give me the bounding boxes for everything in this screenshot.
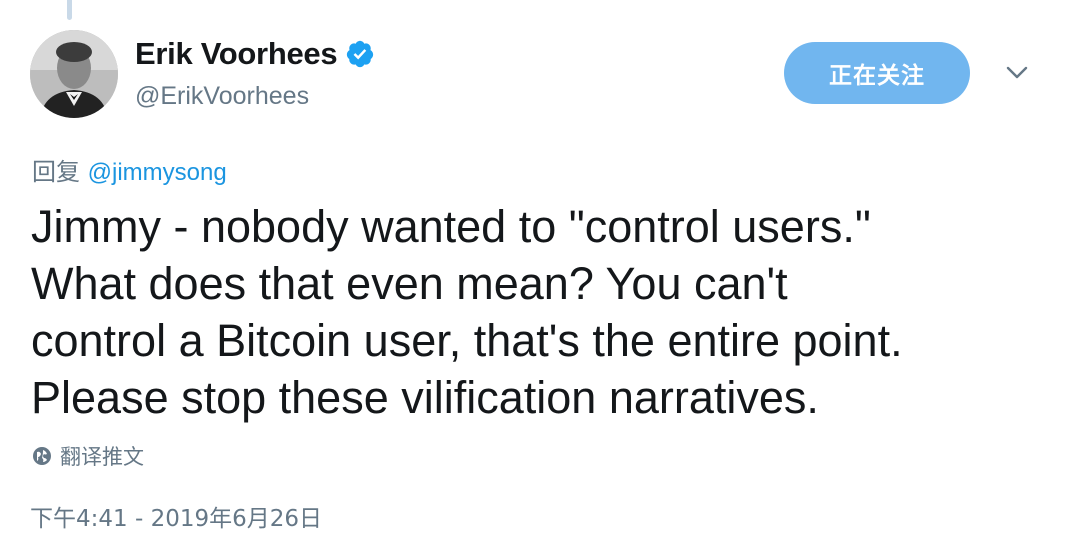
avatar[interactable] [30, 30, 118, 118]
avatar-photo [30, 30, 118, 118]
author-display-name[interactable]: Erik Voorhees [135, 36, 338, 72]
reply-mention-link[interactable]: @jimmysong [88, 159, 227, 186]
globe-icon [33, 447, 51, 465]
tweet-text: Jimmy - nobody wanted to "control users.… [31, 201, 903, 423]
tweet-timestamp[interactable]: 下午4:41 - 2019年6月26日 [30, 499, 322, 533]
translate-tweet-link[interactable]: 翻译推文 [32, 441, 144, 471]
thread-connector-line [67, 0, 72, 20]
translate-label[interactable]: 翻译推文 [60, 441, 144, 471]
author-handle[interactable]: @ErikVoorhees [135, 82, 309, 111]
verified-badge-icon [347, 40, 374, 68]
following-button[interactable]: 正在关注 [784, 42, 970, 104]
reply-prefix: 回复 [32, 158, 88, 186]
author-name-row: Erik Voorhees [135, 36, 375, 72]
chevron-down-icon[interactable] [1004, 62, 1030, 84]
reply-context: 回复 @jimmysong [32, 152, 227, 187]
